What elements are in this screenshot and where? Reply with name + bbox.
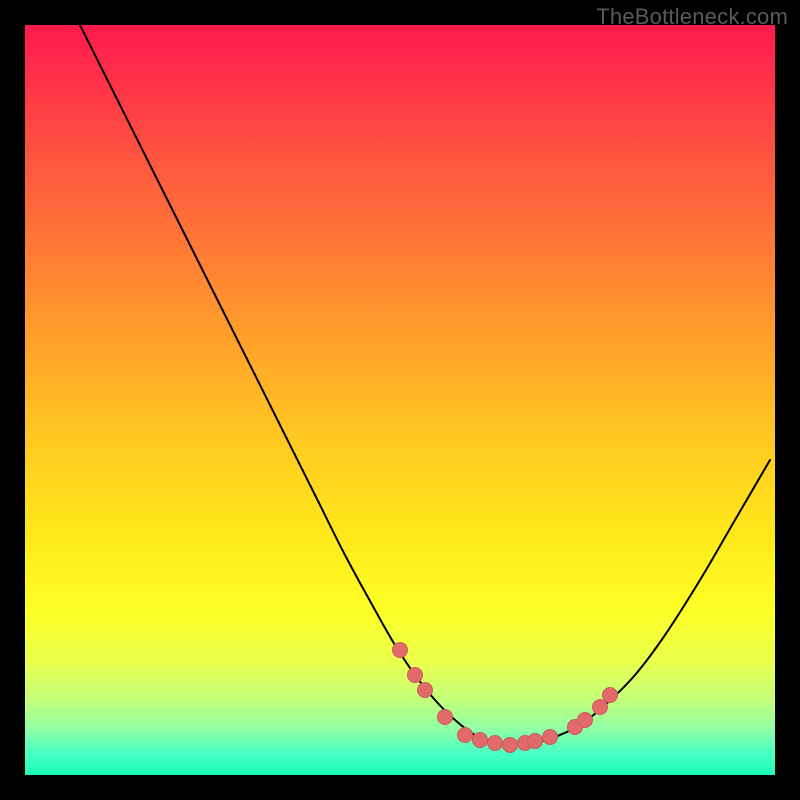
highlight-dot [578, 713, 593, 728]
highlight-dot [393, 643, 408, 658]
highlight-dot [458, 728, 473, 743]
highlight-dot [603, 688, 618, 703]
bottleneck-curve [80, 25, 770, 745]
highlight-dot [438, 710, 453, 725]
highlight-dot [473, 733, 488, 748]
chart-canvas [25, 25, 775, 775]
highlight-dots [393, 643, 618, 753]
highlight-dot [488, 736, 503, 751]
highlight-dot [528, 734, 543, 749]
highlight-dot [543, 730, 558, 745]
watermark-text: TheBottleneck.com [596, 4, 788, 30]
highlight-dot [503, 738, 518, 753]
highlight-dot [593, 700, 608, 715]
highlight-dot [418, 683, 433, 698]
bottleneck-plot [25, 25, 775, 775]
highlight-dot [408, 668, 423, 683]
